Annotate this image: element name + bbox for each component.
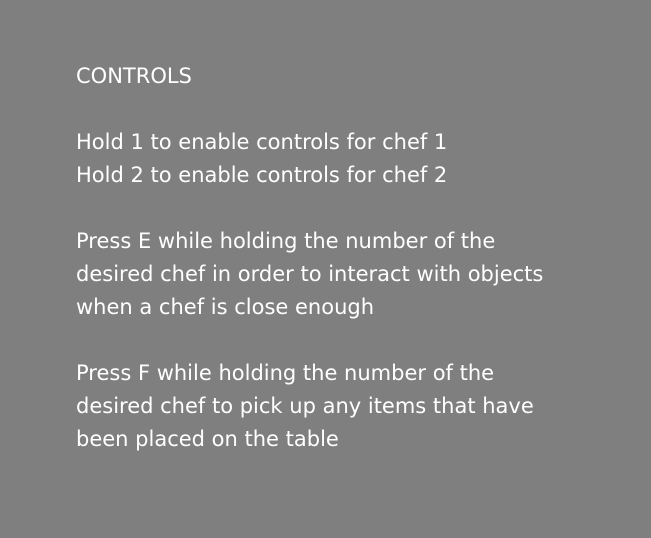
interact-section: Press E while holding the number of the … — [76, 225, 636, 324]
pickup-section: Press F while holding the number of the … — [76, 357, 636, 456]
controls-text-block: CONTROLS Hold 1 to enable controls for c… — [76, 60, 636, 456]
press-e-instruction-line-3: when a chef is close enough — [76, 295, 375, 319]
press-f-instruction-line-2: desired chef to pick up any items that h… — [76, 394, 534, 418]
hold-2-instruction: Hold 2 to enable controls for chef 2 — [76, 163, 448, 187]
press-e-instruction-line-1: Press E while holding the number of the — [76, 229, 496, 253]
controls-screen: CONTROLS Hold 1 to enable controls for c… — [0, 0, 651, 538]
chef-select-section: Hold 1 to enable controls for chef 1 Hol… — [76, 126, 636, 192]
controls-title: CONTROLS — [76, 64, 192, 88]
hold-1-instruction: Hold 1 to enable controls for chef 1 — [76, 130, 448, 154]
press-f-instruction-line-3: been placed on the table — [76, 427, 339, 451]
press-f-instruction-line-1: Press F while holding the number of the — [76, 361, 495, 385]
press-e-instruction-line-2: desired chef in order to interact with o… — [76, 262, 544, 286]
